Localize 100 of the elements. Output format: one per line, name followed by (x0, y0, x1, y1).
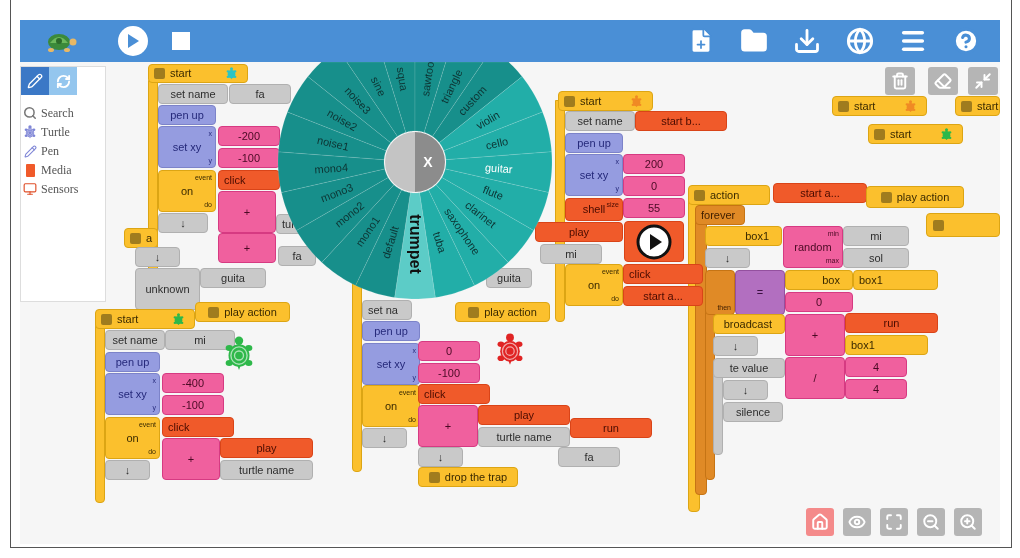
palette-item[interactable]: Sensors (23, 181, 105, 197)
pie-menu-slice[interactable] (287, 76, 392, 152)
palette-item[interactable]: Pen (23, 143, 105, 159)
trash-button[interactable] (885, 67, 915, 95)
pen-block[interactable]: pen up (105, 352, 160, 372)
hat-block[interactable]: play action (866, 186, 964, 208)
globe-icon[interactable] (846, 27, 874, 55)
play-button[interactable] (118, 26, 148, 56)
value-block[interactable]: ↓ (705, 248, 750, 268)
number-block[interactable]: + (785, 314, 845, 356)
value-block[interactable]: ↓ (135, 247, 180, 267)
hat-block[interactable] (926, 213, 1000, 237)
value-block[interactable]: unknown (135, 268, 200, 310)
value-block[interactable]: ↓ (723, 380, 768, 400)
hat-block[interactable]: a (124, 228, 158, 248)
command-block[interactable]: box1 (705, 226, 782, 246)
number-block[interactable]: -400 (162, 373, 224, 393)
value-block[interactable]: ↓ (105, 460, 150, 480)
media-block[interactable]: start a... (773, 183, 867, 203)
value-block[interactable]: ↓ (362, 428, 407, 448)
number-block[interactable]: 55 (623, 198, 685, 218)
media-block[interactable]: play (220, 438, 313, 458)
value-block[interactable]: set name (105, 330, 165, 350)
command-block[interactable]: broadcast (713, 314, 785, 334)
collapse-button[interactable] (968, 67, 998, 95)
number-block[interactable]: 0 (785, 292, 853, 312)
hat-block[interactable]: start (558, 91, 653, 111)
media-block[interactable]: start a... (623, 286, 703, 306)
expand-button[interactable] (880, 508, 908, 536)
value-block[interactable]: te value (713, 358, 785, 378)
number-block[interactable]: 4 (845, 379, 907, 399)
value-block[interactable]: sol (843, 248, 909, 268)
zoom-out-button[interactable] (917, 508, 945, 536)
help-icon[interactable] (952, 27, 980, 55)
number-block[interactable]: 0 (418, 341, 480, 361)
value-block[interactable]: set name (565, 111, 635, 131)
boolean-block[interactable]: = (735, 270, 785, 315)
number-block[interactable]: -100 (218, 148, 280, 168)
value-block[interactable]: ↓ (418, 447, 463, 467)
control-block[interactable]: forever (695, 205, 745, 225)
number-block[interactable]: -100 (162, 395, 224, 415)
palette-tab[interactable] (49, 67, 77, 95)
number-block[interactable]: + (162, 438, 220, 480)
hat-block[interactable]: play action (455, 302, 550, 322)
media-block[interactable] (624, 221, 684, 262)
value-block[interactable]: mi (540, 244, 602, 264)
number-block[interactable]: 0 (623, 176, 685, 196)
value-block[interactable]: ↓ (713, 336, 758, 356)
media-block[interactable]: click (218, 170, 280, 190)
home-button[interactable] (806, 508, 834, 536)
hat-block[interactable]: start (148, 64, 248, 83)
media-block[interactable]: click (418, 384, 490, 404)
value-block[interactable]: fa (229, 84, 291, 104)
hat-block[interactable]: action (688, 185, 770, 205)
media-block[interactable]: click (162, 417, 234, 437)
palette-tab[interactable] (21, 67, 49, 95)
value-block[interactable]: mi (843, 226, 909, 246)
media-block[interactable]: start b... (635, 111, 727, 131)
number-block[interactable]: -200 (218, 126, 280, 146)
number-block[interactable]: 200 (623, 154, 685, 174)
pie-menu-slice[interactable] (435, 177, 535, 263)
media-block[interactable]: run (570, 418, 652, 438)
value-block[interactable]: fa (278, 246, 316, 266)
value-block[interactable]: set name (158, 84, 228, 104)
pen-block[interactable]: pen up (362, 321, 420, 341)
number-block[interactable]: -100 (418, 363, 480, 383)
command-block[interactable]: box (785, 270, 853, 290)
number-block[interactable]: / (785, 357, 845, 399)
hat-block[interactable]: play action (195, 302, 290, 322)
hat-block[interactable]: start (832, 96, 927, 116)
zoom-in-button[interactable] (954, 508, 982, 536)
hat-block[interactable]: drop the trap (418, 467, 518, 487)
media-block[interactable]: click (623, 264, 703, 284)
value-block[interactable]: silence (723, 402, 783, 422)
value-block[interactable]: fa (558, 447, 620, 467)
pen-block[interactable]: pen up (565, 133, 623, 153)
number-block[interactable]: + (418, 405, 478, 447)
value-block[interactable]: turtle name (220, 460, 313, 480)
clear-button[interactable] (928, 67, 958, 95)
palette-item[interactable]: Media (23, 162, 105, 178)
media-block[interactable]: play (478, 405, 570, 425)
number-block[interactable]: + (218, 191, 276, 233)
pie-menu-slice[interactable] (321, 184, 402, 286)
hat-block[interactable]: start (95, 309, 195, 329)
number-block[interactable]: 4 (845, 357, 907, 377)
download-icon[interactable] (793, 27, 821, 55)
palette-item[interactable]: Search (23, 105, 105, 121)
media-block[interactable]: play (535, 222, 623, 242)
folder-icon[interactable] (740, 27, 768, 55)
value-block[interactable]: turtle name (478, 427, 570, 447)
palette-item[interactable]: Turtle (23, 124, 105, 140)
media-block[interactable]: run (845, 313, 938, 333)
value-block[interactable]: set na (362, 300, 412, 320)
number-block[interactable]: + (218, 233, 276, 263)
command-block[interactable]: box1 (845, 335, 928, 355)
value-block[interactable]: mi (165, 330, 235, 350)
command-block[interactable]: box1 (853, 270, 938, 290)
value-block[interactable]: guita (200, 268, 266, 288)
show-blocks-button[interactable] (843, 508, 871, 536)
hat-block[interactable]: start (868, 124, 963, 144)
